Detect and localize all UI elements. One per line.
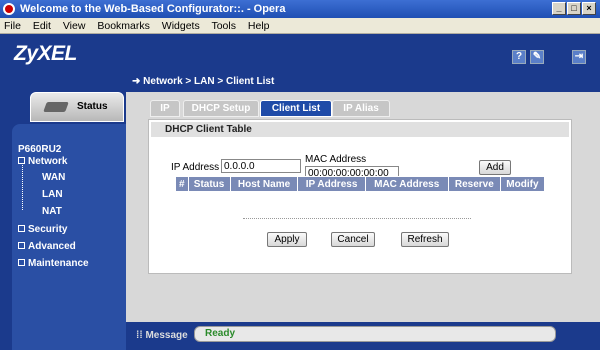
tab-dhcp-setup[interactable]: DHCP Setup [183, 100, 259, 117]
tab-client-list[interactable]: Client List [260, 100, 332, 117]
breadcrumb: ➜ Network > LAN > Client List [126, 72, 600, 92]
add-button[interactable]: Add [479, 160, 511, 175]
status-tab[interactable]: Status [30, 92, 124, 122]
menu-bar: File Edit View Bookmarks Widgets Tools H… [0, 18, 600, 34]
tree-line [22, 165, 23, 210]
logout-icon[interactable]: ⇥ [572, 50, 586, 64]
col-host-name: Host Name [229, 176, 299, 192]
window-title-bar: Welcome to the Web-Based Configurator::.… [0, 0, 600, 18]
panel-title: DHCP Client Table [151, 122, 569, 137]
dhcp-client-panel: DHCP Client Table IP Address MAC Address… [148, 119, 572, 274]
help-icon[interactable]: ? [512, 50, 526, 64]
col-reserve: Reserve [447, 176, 501, 192]
expand-icon [18, 242, 25, 249]
tab-ip-alias[interactable]: IP Alias [332, 100, 390, 117]
main-content: IP DHCP Setup Client List IP Alias DHCP … [126, 92, 600, 322]
menu-tools[interactable]: Tools [211, 20, 236, 32]
client-table: # Status Host Name IP Address MAC Addres… [175, 176, 546, 192]
ip-address-input[interactable] [221, 159, 301, 173]
breadcrumb-text: Network > LAN > Client List [143, 76, 275, 87]
refresh-button[interactable]: Refresh [401, 232, 449, 247]
message-text: Ready [194, 326, 556, 342]
maximize-icon[interactable]: □ [567, 2, 581, 15]
status-tab-label: Status [77, 101, 108, 112]
cancel-button[interactable]: Cancel [331, 232, 375, 247]
menu-edit[interactable]: Edit [33, 20, 51, 32]
sidebar-item-security[interactable]: Security [18, 224, 67, 235]
close-icon[interactable]: × [582, 2, 596, 15]
menu-bookmarks[interactable]: Bookmarks [97, 20, 150, 32]
opera-icon [3, 3, 15, 15]
col-modify: Modify [499, 176, 546, 192]
menu-widgets[interactable]: Widgets [162, 20, 200, 32]
device-model: P660RU2 [18, 144, 62, 155]
menu-help[interactable]: Help [248, 20, 270, 32]
menu-file[interactable]: File [4, 20, 21, 32]
router-icon [43, 102, 69, 112]
minimize-icon[interactable]: _ [552, 2, 566, 15]
col-ip-address: IP Address [297, 176, 366, 192]
table-header-row: # Status Host Name IP Address MAC Addres… [175, 176, 546, 192]
collapse-icon [18, 157, 25, 164]
tab-ip[interactable]: IP [150, 100, 180, 117]
breadcrumb-arrow-icon: ➜ [132, 76, 144, 87]
sidebar-item-wan[interactable]: WAN [42, 172, 65, 183]
sidebar-item-network[interactable]: Network [18, 156, 67, 167]
col-mac-address: MAC Address [364, 176, 449, 192]
sidebar-item-advanced[interactable]: Advanced [18, 241, 76, 252]
expand-icon [18, 225, 25, 232]
expand-icon [18, 259, 25, 266]
col-number: # [175, 176, 189, 192]
app-header: ZyXEL ? ✎ ⇥ [0, 34, 600, 72]
sidebar-item-nat[interactable]: NAT [42, 206, 62, 217]
sidebar-item-maintenance[interactable]: Maintenance [18, 258, 89, 269]
zyxel-logo: ZyXEL [14, 42, 77, 65]
mac-address-label: MAC Address [305, 154, 367, 165]
menu-view[interactable]: View [63, 20, 86, 32]
window-title: Welcome to the Web-Based Configurator::.… [20, 3, 286, 15]
wizard-icon[interactable]: ✎ [530, 50, 544, 64]
divider [243, 218, 471, 219]
col-status: Status [187, 176, 231, 192]
ip-address-label: IP Address [171, 162, 220, 173]
sidebar-item-lan[interactable]: LAN [42, 189, 63, 200]
apply-button[interactable]: Apply [267, 232, 307, 247]
sidebar: Status [0, 72, 126, 350]
message-label: ⁞⁞ Message [136, 330, 188, 341]
message-bar: ⁞⁞ Message Ready [126, 322, 600, 350]
